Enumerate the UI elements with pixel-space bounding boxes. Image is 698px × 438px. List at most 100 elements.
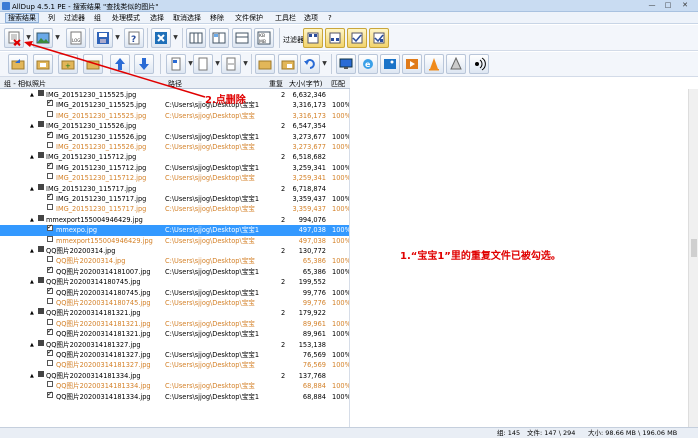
chevron-down-icon[interactable]: ▼ — [321, 54, 328, 74]
move-down-button[interactable] — [134, 54, 154, 74]
menu-deselect[interactable]: 取消选择 — [171, 13, 203, 23]
undo-folder-button[interactable] — [8, 54, 28, 74]
split-view-button[interactable] — [209, 28, 229, 48]
expand-toggle-icon[interactable]: ▲ — [30, 308, 34, 318]
column-header-group[interactable]: 组 - 相似照片 — [4, 79, 46, 89]
file-checkbox[interactable] — [47, 347, 53, 357]
file-compare-button[interactable] — [221, 54, 241, 74]
column-header-match[interactable]: 匹配 — [331, 79, 345, 89]
file-checkbox[interactable] — [47, 298, 53, 304]
media-player-button[interactable] — [402, 54, 422, 74]
file-row[interactable]: IMG_20151230_115717.jpg C:\Users\sjjog\De… — [0, 204, 349, 214]
chevron-down-icon[interactable]: ▼ — [172, 28, 179, 48]
preview-button[interactable] — [232, 28, 252, 48]
file-checkbox[interactable] — [47, 110, 53, 117]
file-checkbox[interactable] — [47, 204, 53, 211]
column-header-dup[interactable]: 重复 — [269, 79, 283, 89]
columns-view-button[interactable] — [186, 28, 206, 48]
file-row[interactable]: IMG_20151230_115717.jpg C:\Users\sjjog\De… — [0, 191, 349, 204]
filter-2-button[interactable] — [325, 28, 345, 48]
audio-play-button[interactable] — [469, 54, 489, 74]
file-row[interactable]: QQ图片20200314181327.jpg C:\Users\sjjog\Des… — [0, 347, 349, 360]
close-button[interactable]: ✕ — [678, 1, 692, 10]
size-kb-mb-button[interactable]: KB MB — [254, 28, 274, 48]
log-button[interactable]: LOG — [66, 28, 86, 48]
menu-toolbar[interactable]: 工具栏 — [273, 13, 298, 23]
file-checkbox[interactable] — [47, 235, 53, 242]
file-row[interactable]: QQ图片20200314181334.jpg C:\Users\sjjog\Des… — [0, 389, 349, 402]
file-checkbox[interactable] — [47, 318, 53, 325]
delete-file-button[interactable] — [4, 28, 24, 48]
file-checkbox[interactable] — [47, 129, 53, 139]
chevron-down-icon[interactable]: ▼ — [25, 28, 32, 48]
menu-file-protect[interactable]: 文件保护 — [233, 13, 265, 23]
save-button[interactable] — [93, 28, 113, 48]
file-row[interactable]: IMG_20151230_115525.jpgC:\Users\sjjog\De… — [0, 110, 349, 121]
file-row[interactable]: IMG_20151230_115712.jpg C:\Users\sjjog\De… — [0, 160, 349, 173]
expand-toggle-icon[interactable]: ▲ — [30, 371, 34, 381]
screen-button[interactable] — [336, 54, 356, 74]
file-checkbox[interactable] — [47, 360, 53, 367]
expand-toggle-icon[interactable]: ▲ — [30, 340, 34, 350]
group-row[interactable]: ▲ QQ图片20200314181321.jpg 2 179,922 — [0, 308, 349, 318]
file-row[interactable]: mmexport155004946429.jpg C:\Users\sjjog\D… — [0, 235, 349, 246]
file-row[interactable]: IMG_20151230_115525.jpgC:\Users\sjjog\De… — [0, 97, 349, 110]
menu-search-results[interactable]: 搜索结果 — [5, 13, 39, 23]
expand-toggle-icon[interactable]: ▲ — [30, 152, 34, 162]
add-folder-button[interactable]: + — [58, 54, 78, 74]
move-folder-button[interactable] — [83, 54, 103, 74]
file-row[interactable]: IMG_20151230_115526.jpg C:\Users\sjjog\De… — [0, 142, 349, 152]
expand-toggle-icon[interactable]: ▲ — [30, 121, 34, 131]
file-row[interactable]: QQ图片20200314181007.jpg C:\Users\sjjog\Des… — [0, 264, 349, 277]
close-results-button[interactable] — [151, 28, 171, 48]
vertical-scrollbar[interactable] — [688, 89, 698, 427]
file-checkbox[interactable] — [47, 191, 53, 201]
menu-process-mode[interactable]: 处理模式 — [110, 13, 142, 23]
new-file-button[interactable] — [166, 54, 186, 74]
expand-toggle-icon[interactable]: ▲ — [30, 246, 34, 256]
file-checkbox[interactable] — [47, 222, 53, 233]
expand-toggle-icon[interactable]: ▲ — [30, 215, 34, 225]
chevron-down-icon[interactable]: ▼ — [54, 28, 61, 48]
menu-select[interactable]: 选择 — [148, 13, 166, 23]
file-checkbox[interactable] — [47, 285, 53, 295]
file-row[interactable]: mmexpo.jpg C:\Users\sjjog\Desktop\宝宝1 497,… — [0, 222, 349, 236]
menu-filter[interactable]: 过滤器 — [62, 13, 87, 23]
file-options-button[interactable] — [193, 54, 213, 74]
results-grid[interactable]: ▲ IMG_20151230_115525.jpg 2 6,632,346 IMG_20… — [0, 89, 350, 427]
column-header-path[interactable]: 路径 — [168, 79, 182, 89]
file-checkbox[interactable] — [47, 264, 53, 274]
expand-toggle-icon[interactable]: ▲ — [30, 184, 34, 194]
column-header-size[interactable]: 大小(字节) — [289, 79, 322, 89]
menu-help[interactable]: ? — [326, 13, 334, 23]
chevron-down-icon[interactable]: ▼ — [242, 54, 249, 74]
file-checkbox[interactable] — [47, 381, 53, 388]
file-checkbox[interactable] — [47, 97, 53, 108]
copy-folder-button[interactable] — [33, 54, 53, 74]
file-row[interactable]: IMG_20151230_115526.jpg C:\Users\sjjog\De… — [0, 129, 349, 142]
filter-1-button[interactable] — [303, 28, 323, 48]
expand-toggle-icon[interactable]: ▲ — [30, 90, 34, 100]
file-checkbox[interactable] — [47, 160, 53, 170]
file-checkbox[interactable] — [47, 326, 53, 337]
file-checkbox[interactable] — [47, 173, 53, 180]
vlc-button[interactable] — [424, 54, 444, 74]
file-checkbox[interactable] — [47, 256, 53, 263]
file-checkbox[interactable] — [47, 142, 53, 148]
group-row[interactable]: ▲ QQ图片20200314181334.jpg 2 137,768 — [0, 370, 349, 381]
file-row[interactable]: QQ图片20200314181321.jpg C:\Users\sjjog\Des… — [0, 326, 349, 339]
filter-3-button[interactable] — [347, 28, 367, 48]
filter-4-button[interactable] — [369, 28, 389, 48]
expand-toggle-icon[interactable]: ▲ — [30, 277, 34, 287]
move-up-button[interactable] — [110, 54, 130, 74]
menu-options[interactable]: 选项 — [302, 13, 320, 23]
explore-folder-button[interactable] — [278, 54, 298, 74]
compare-button[interactable] — [446, 54, 466, 74]
maximize-button[interactable]: □ — [661, 1, 675, 10]
menu-remove[interactable]: 移除 — [208, 13, 226, 23]
file-row[interactable]: IMG_20151230_115712.jpg C:\Users\sjjog\De… — [0, 173, 349, 183]
undo-button[interactable] — [300, 54, 320, 74]
file-row[interactable]: QQ图片20200314180745.jpg C:\Users\sjjog\Des… — [0, 285, 349, 298]
menu-group[interactable]: 组 — [92, 13, 103, 23]
file-row[interactable]: QQ图片20200314180745.jpg C:\Users\sjjog\Des… — [0, 298, 349, 308]
